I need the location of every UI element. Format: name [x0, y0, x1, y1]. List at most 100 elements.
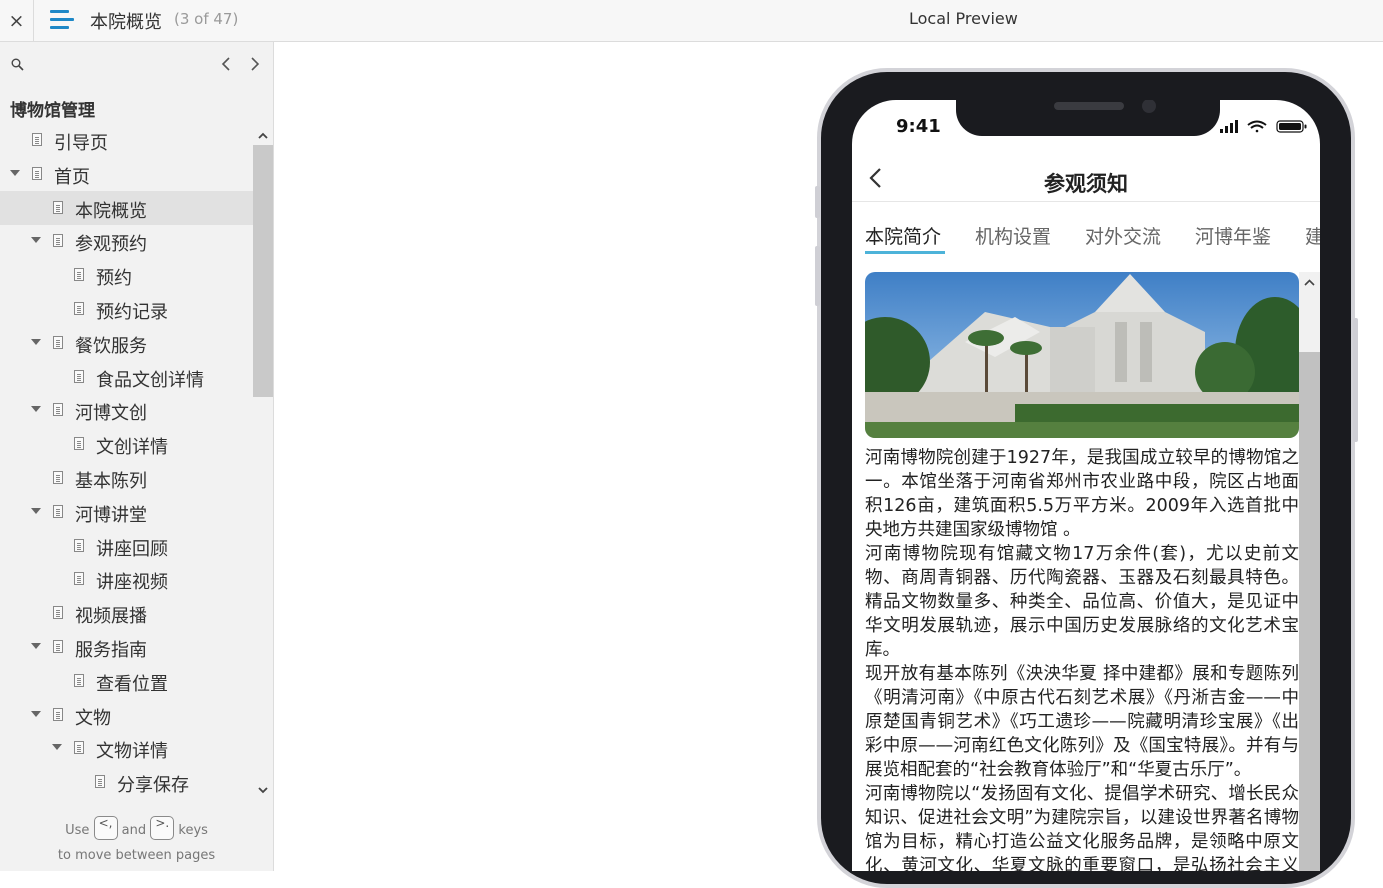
tree-item[interactable]: 讲座视频: [0, 562, 253, 596]
page-title: 本院概览: [90, 12, 162, 33]
menu-icon[interactable]: [50, 9, 74, 31]
search-icon[interactable]: [11, 58, 24, 71]
article-paragraph: 现开放有基本陈列《泱泱华夏 择中建都》展和专题陈列《明清河南》《中原古代石刻艺术…: [865, 664, 1299, 780]
article-paragraph: 河南博物院创建于1927年，是我国成立较早的博物馆之一。本馆坐落于河南省郑州市农…: [865, 448, 1299, 540]
tree-item[interactable]: 服务指南: [0, 630, 253, 664]
nav-title: 参观须知: [1044, 172, 1128, 196]
page-icon: [95, 775, 105, 788]
hint-and: and: [121, 823, 147, 838]
nav-bar: 参观须知: [852, 158, 1320, 202]
article-paragraph: 河南博物院以“发扬固有文化、提倡学术研究、增长民众知识、促进社会文明”为建院宗旨…: [865, 784, 1299, 871]
phone-screen: 9:41 参观须知 本院简介 机构设置 对外交流 河博年鉴 建 河南博物院创建于…: [852, 100, 1320, 871]
page-icon: [74, 741, 84, 754]
tree-item-label: 文物详情: [96, 741, 168, 762]
page-icon: [53, 708, 63, 721]
tab-more[interactable]: 建: [1305, 222, 1320, 249]
tree-item[interactable]: 视频展播: [0, 596, 253, 630]
page-icon: [74, 302, 84, 315]
sidebar: 博物馆管理 引导页 首页 本院概览 参观预约 预约 预约记录 餐饮服务 食品文创详情 河博文创文…: [0, 42, 274, 871]
tree-item[interactable]: 食品文创详情: [0, 360, 253, 394]
tree-item[interactable]: 查看位置: [0, 664, 253, 698]
scrollbar-thumb[interactable]: [253, 145, 273, 397]
wifi-icon: [1247, 120, 1267, 133]
next-page-icon[interactable]: [247, 54, 263, 74]
tree-item-label: 视频展播: [75, 606, 147, 627]
keyboard-hint: Use <, and >. keys to move between pages: [0, 815, 273, 868]
hint-line2: to move between pages: [57, 848, 216, 863]
hint-keys: keys: [178, 823, 208, 838]
next-key-icon: >.: [150, 815, 175, 840]
tab-bar: 本院简介 机构设置 对外交流 河博年鉴 建: [852, 214, 1320, 258]
page-icon: [53, 606, 63, 619]
expand-caret-icon[interactable]: [31, 711, 41, 717]
close-button[interactable]: ×: [0, 0, 34, 41]
tree-item[interactable]: 文物详情: [0, 731, 253, 765]
tree-item[interactable]: 本院概览: [0, 191, 253, 225]
expand-caret-icon[interactable]: [31, 237, 41, 243]
page-icon: [74, 268, 84, 281]
sidebar-scrollbar[interactable]: [253, 124, 273, 801]
tree-item[interactable]: 河博讲堂: [0, 495, 253, 529]
tree-item[interactable]: 参观预约: [0, 224, 253, 258]
page-icon: [74, 674, 84, 687]
page-icon: [74, 437, 84, 450]
tree-item[interactable]: 河博文创: [0, 393, 253, 427]
tree-item-label: 查看位置: [96, 674, 168, 695]
tab-exchange[interactable]: 对外交流: [1085, 222, 1161, 249]
tree-item-label: 首页: [54, 167, 90, 188]
tree-item-label: 河博文创: [75, 403, 147, 424]
tree-item-label: 餐饮服务: [75, 336, 147, 357]
tree-item-label: 本院概览: [75, 201, 147, 222]
phone-side-button: [815, 246, 820, 306]
expand-caret-icon[interactable]: [31, 339, 41, 345]
tab-yearbook[interactable]: 河博年鉴: [1195, 222, 1271, 249]
tree-item[interactable]: 餐饮服务: [0, 326, 253, 360]
page-count: (3 of 47): [174, 10, 239, 28]
page-icon: [74, 539, 84, 552]
expand-caret-icon[interactable]: [10, 170, 20, 176]
expand-caret-icon[interactable]: [31, 643, 41, 649]
content-scrollbar[interactable]: [1299, 272, 1320, 871]
expand-caret-icon[interactable]: [52, 744, 62, 750]
tree-item[interactable]: 基本陈列: [0, 461, 253, 495]
tree-item[interactable]: 引导页: [0, 124, 253, 157]
page-icon: [53, 201, 63, 214]
tab-organization[interactable]: 机构设置: [975, 222, 1051, 249]
active-tab-indicator: [865, 251, 945, 254]
tree-item[interactable]: 文物: [0, 698, 253, 732]
tree-item-label: 河博讲堂: [75, 505, 147, 526]
scrollbar-thumb[interactable]: [1299, 352, 1320, 871]
page-icon: [53, 471, 63, 484]
tree-item[interactable]: 讲座回顾: [0, 529, 253, 563]
scroll-up-icon[interactable]: [257, 130, 269, 142]
tree-item[interactable]: 首页: [0, 157, 253, 191]
preview-title: Local Preview: [909, 9, 1018, 28]
expand-caret-icon[interactable]: [31, 406, 41, 412]
tree-item[interactable]: 预约记录: [0, 292, 253, 326]
scroll-down-icon[interactable]: [257, 784, 269, 796]
museum-photo: [865, 272, 1299, 438]
page-tree: 引导页首页本院概览 参观预约 预约 预约记录餐饮服务食品文创详情河博文创文创详情基本陈…: [0, 124, 253, 801]
article-paragraph: 河南博物院现有馆藏文物17万余件(套)，尤以史前文物、商周青铜器、历代陶瓷器、玉…: [865, 544, 1299, 660]
tab-intro[interactable]: 本院简介: [865, 222, 941, 249]
page-icon: [53, 234, 63, 247]
status-time: 9:41: [896, 116, 941, 137]
tree-item[interactable]: 分享保存: [0, 765, 253, 799]
intro-article: 河南博物院创建于1927年，是我国成立较早的博物馆之一。本馆坐落于河南省郑州市农…: [865, 446, 1299, 871]
expand-caret-icon[interactable]: [31, 508, 41, 514]
previous-page-icon[interactable]: [218, 54, 234, 74]
sidebar-search-row: [0, 42, 273, 86]
scroll-up-icon[interactable]: [1304, 278, 1315, 288]
top-toolbar: × 本院概览 (3 of 47) Local Preview: [0, 0, 1383, 42]
page-icon: [53, 640, 63, 653]
tree-item-label: 文物: [75, 708, 111, 729]
page-icon: [53, 336, 63, 349]
speaker-icon: [1054, 102, 1124, 110]
tree-item[interactable]: 文创详情: [0, 427, 253, 461]
tree-item-label: 服务指南: [75, 640, 147, 661]
hint-use: Use: [65, 823, 90, 838]
tree-item-label: 讲座回顾: [96, 539, 168, 560]
tree-item-label: 引导页: [54, 133, 108, 154]
tree-item-label: 文创详情: [96, 437, 168, 458]
tree-item[interactable]: 预约: [0, 258, 253, 292]
